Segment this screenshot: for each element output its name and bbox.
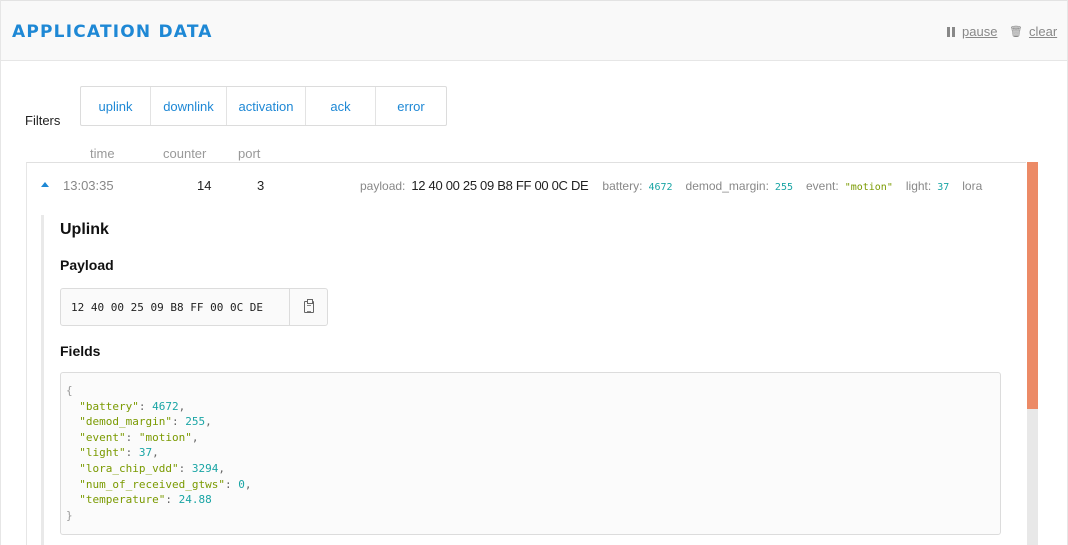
filter-error[interactable]: error bbox=[376, 87, 446, 125]
json-line: "event": "motion", bbox=[79, 430, 199, 444]
json-key: "battery" bbox=[79, 399, 139, 413]
column-header-counter: counter bbox=[163, 146, 207, 161]
json-line: "demod_margin": 255, bbox=[79, 415, 212, 429]
fields-json[interactable]: { "battery": 4672, "demod_margin": 255, … bbox=[60, 372, 1001, 535]
copy-payload-button[interactable] bbox=[289, 289, 327, 325]
message-summary-fields: payload: 12 40 00 25 09 B8 FF 00 0C DE b… bbox=[360, 178, 988, 193]
clear-label: clear bbox=[1028, 24, 1058, 39]
message-list: 13:03:35 14 3 payload: 12 40 00 25 09 B8… bbox=[26, 162, 1026, 545]
json-close-brace: } bbox=[66, 508, 73, 522]
payload-box: 12 40 00 25 09 B8 FF 00 0C DE bbox=[60, 288, 328, 326]
filter-uplink[interactable]: uplink bbox=[81, 87, 151, 125]
summary-field-value: 255 bbox=[774, 182, 793, 193]
json-key: "temperature" bbox=[79, 493, 166, 507]
summary-field-key: light: bbox=[905, 179, 932, 193]
json-value: 37 bbox=[138, 446, 153, 460]
pause-button[interactable]: pause bbox=[947, 24, 997, 39]
json-key: "num_of_received_gtws" bbox=[79, 477, 225, 491]
fields-heading: Fields bbox=[60, 343, 101, 359]
json-line: "light": 37, bbox=[79, 446, 159, 460]
trash-icon: 🗑 bbox=[1009, 26, 1023, 38]
summary-field-value: 37 bbox=[937, 182, 950, 193]
filter-downlink[interactable]: downlink bbox=[151, 87, 227, 125]
json-value: 255 bbox=[185, 415, 206, 429]
scrollbar-thumb[interactable] bbox=[1027, 162, 1038, 409]
json-value: 24.88 bbox=[178, 493, 212, 507]
summary-payload-key: payload: bbox=[360, 179, 406, 193]
message-time: 13:03:35 bbox=[63, 178, 114, 193]
filter-ack[interactable]: ack bbox=[306, 87, 376, 125]
column-header-port: port bbox=[238, 146, 261, 161]
json-sep: , bbox=[191, 430, 199, 444]
json-value: 0 bbox=[238, 477, 245, 491]
json-sep: , bbox=[244, 477, 252, 491]
json-value: "motion" bbox=[138, 430, 192, 444]
json-line: "temperature": 24.88 bbox=[79, 493, 212, 507]
json-key: "event" bbox=[79, 430, 126, 444]
message-row[interactable]: 13:03:35 14 3 payload: 12 40 00 25 09 B8… bbox=[27, 163, 1026, 207]
json-open-brace: { bbox=[66, 384, 73, 397]
pause-icon bbox=[947, 26, 956, 37]
json-key: "lora_chip_vdd" bbox=[79, 461, 179, 475]
clear-button[interactable]: 🗑 clear bbox=[1009, 24, 1057, 39]
json-line: "lora_chip_vdd": 3294, bbox=[79, 461, 225, 475]
detail-heading: Uplink bbox=[60, 221, 109, 238]
panel-header: APPLICATION DATA pause 🗑 clear bbox=[1, 0, 1067, 61]
json-sep: , bbox=[205, 415, 212, 429]
message-detail: Uplink Payload 12 40 00 25 09 B8 FF 00 0… bbox=[41, 215, 1025, 545]
json-value: 4672 bbox=[152, 399, 179, 413]
summary-payload-value: 12 40 00 25 09 B8 FF 00 0C DE bbox=[411, 178, 589, 193]
summary-field-key: event: bbox=[805, 179, 839, 193]
json-line: "num_of_received_gtws": 0, bbox=[79, 477, 252, 491]
pause-label: pause bbox=[962, 24, 998, 39]
summary-field-key: lora bbox=[962, 179, 983, 193]
json-line: "battery": 4672, bbox=[79, 399, 186, 413]
filters-label: Filters bbox=[25, 113, 61, 128]
json-sep: , bbox=[218, 461, 225, 475]
json-sep: , bbox=[178, 399, 186, 413]
caret-up-icon[interactable] bbox=[41, 182, 49, 187]
json-key: "light" bbox=[79, 446, 126, 460]
filter-group: uplink downlink activation ack error bbox=[80, 86, 447, 126]
summary-field-key: demod_margin: bbox=[685, 179, 769, 193]
summary-field-value: "motion" bbox=[844, 182, 893, 193]
json-sep: , bbox=[152, 446, 159, 460]
summary-field-key: battery: bbox=[602, 179, 643, 193]
message-port: 3 bbox=[257, 178, 265, 193]
json-value: 3294 bbox=[191, 461, 219, 475]
filter-activation[interactable]: activation bbox=[227, 87, 306, 125]
json-key: "demod_margin" bbox=[79, 415, 172, 429]
column-header-time: time bbox=[90, 146, 115, 161]
payload-heading: Payload bbox=[60, 257, 114, 273]
summary-field-value: 4672 bbox=[648, 182, 673, 193]
clipboard-icon bbox=[303, 299, 314, 313]
message-counter: 14 bbox=[197, 178, 212, 193]
scrollbar-track[interactable] bbox=[1027, 162, 1038, 545]
payload-hex[interactable]: 12 40 00 25 09 B8 FF 00 0C DE bbox=[71, 301, 263, 314]
panel-title: APPLICATION DATA bbox=[12, 22, 213, 42]
